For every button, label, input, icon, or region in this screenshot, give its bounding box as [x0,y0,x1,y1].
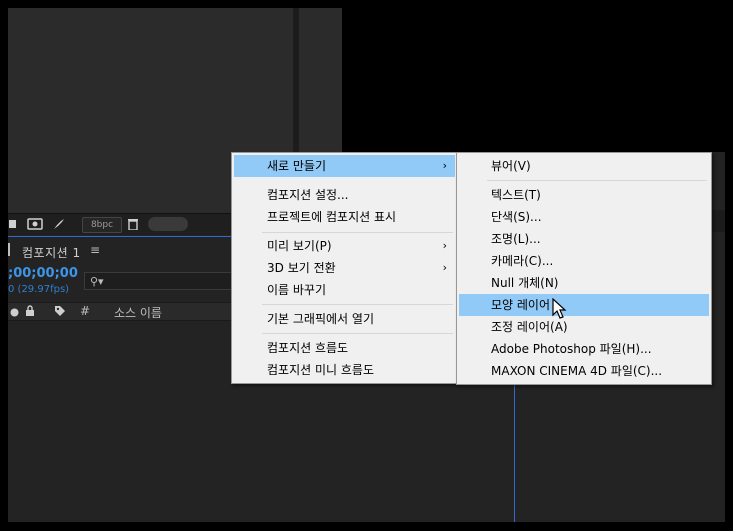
submenu-item-null-object[interactable]: Null 개체(N) [459,272,709,294]
menu-item-label: 컴포지션 흐름도 [267,341,349,355]
menu-item-label: 이름 바꾸기 [267,283,327,297]
context-menu: 새로 만들기 › 컴포지션 설정... 프로젝트에 컴포지션 표시 미리 보기(… [231,152,458,384]
right-panel-edge [710,210,725,232]
rocket-icon[interactable] [52,217,66,231]
menu-item-composition-flowchart[interactable]: 컴포지션 흐름도 [234,337,455,359]
lock-icon[interactable] [25,305,35,319]
menu-item-open-essential-graphics[interactable]: 기본 그래픽에서 열기 [234,308,455,330]
tab-composition[interactable]: 컴포지션 1 [22,244,81,261]
submenu-item-photoshop-file[interactable]: Adobe Photoshop 파일(H)... [459,338,709,360]
chevron-right-icon: › [442,159,447,172]
chevron-right-icon: › [442,261,447,274]
submenu-item-solid[interactable]: 단색(S)... [459,206,709,228]
menu-item-label: 텍스트(T) [491,188,541,202]
menu-item-label: 모양 레이어 [491,298,551,312]
new-submenu: 뷰어(V) 텍스트(T) 단색(S)... 조명(L)... 카메라(C)...… [456,152,712,385]
chevron-right-icon: › [442,239,447,252]
menu-item-label: 카메라(C)... [491,254,554,268]
submenu-item-adjustment-layer[interactable]: 조정 레이어(A) [459,316,709,338]
menu-item-label: 기본 그래픽에서 열기 [267,312,374,326]
empty-panel-area [342,8,725,152]
submenu-item-cinema4d-file[interactable]: MAXON CINEMA 4D 파일(C)... [459,360,709,382]
visibility-icon[interactable] [10,306,19,320]
right-panel-indicator [514,384,515,522]
mouse-pointer-icon [552,298,567,319]
menu-item-label: Adobe Photoshop 파일(H)... [491,342,652,356]
menu-item-label: Null 개체(N) [491,276,559,290]
menu-item-label: 새로 만들기 [267,159,327,173]
submenu-item-light[interactable]: 조명(L)... [459,228,709,250]
column-source-name[interactable]: 소스 이름 [114,304,162,321]
panel-menu-icon[interactable]: ≡ [90,243,100,257]
trash-icon[interactable] [126,217,140,231]
menu-item-label: 컴포지션 설정... [267,188,349,202]
layer-search-input[interactable]: ⚲▾ [84,272,232,290]
menu-item-label: 뷰어(V) [491,159,531,173]
menu-item-label: MAXON CINEMA 4D 파일(C)... [491,364,663,378]
submenu-item-shape-layer[interactable]: 모양 레이어 [459,294,709,316]
timeline-tab-bar: 컴포지션 1 ≡ [8,237,232,263]
menu-item-label: 컴포지션 미니 흐름도 [267,363,374,377]
snapshot-icon[interactable] [26,217,44,231]
layer-column-header: # 소스 이름 [8,302,232,321]
search-icon: ⚲▾ [90,275,104,288]
menu-item-composition-settings[interactable]: 컴포지션 설정... [234,184,455,206]
viewer-toolbar: 8bpc [8,213,232,235]
menu-item-label: 단색(S)... [491,210,542,224]
menu-separator [487,180,707,181]
menu-item-preview[interactable]: 미리 보기(P) › [234,235,455,257]
menu-item-composition-mini-flowchart[interactable]: 컴포지션 미니 흐름도 [234,359,455,381]
menu-separator [262,232,453,233]
label-tag-icon[interactable] [54,305,66,319]
menu-item-label: 프로젝트에 컴포지션 표시 [267,210,397,224]
tab-close-edge [8,243,10,256]
frame-rate-label: 0 (29.97fps) [8,284,70,295]
bit-depth-button[interactable]: 8bpc [82,217,122,233]
menu-item-label: 조명(L)... [491,232,541,246]
submenu-item-text[interactable]: 텍스트(T) [459,184,709,206]
column-hash: # [80,304,91,318]
toggle-pill[interactable] [148,217,188,231]
submenu-item-camera[interactable]: 카메라(C)... [459,250,709,272]
menu-item-label: 3D 보기 전환 [267,261,336,275]
menu-item-switch-3d-view[interactable]: 3D 보기 전환 › [234,257,455,279]
menu-item-new[interactable]: 새로 만들기 › [234,155,455,177]
menu-item-label: 조정 레이어(A) [491,320,568,334]
menu-item-rename[interactable]: 이름 바꾸기 [234,279,455,301]
menu-item-reveal-in-project[interactable]: 프로젝트에 컴포지션 표시 [234,206,455,228]
submenu-item-viewer[interactable]: 뷰어(V) [459,155,709,177]
square-icon[interactable] [8,217,18,231]
current-timecode[interactable]: ;00;00;00 [8,266,78,281]
menu-separator [262,304,453,305]
menu-item-label: 미리 보기(P) [267,239,332,253]
menu-separator [262,333,453,334]
